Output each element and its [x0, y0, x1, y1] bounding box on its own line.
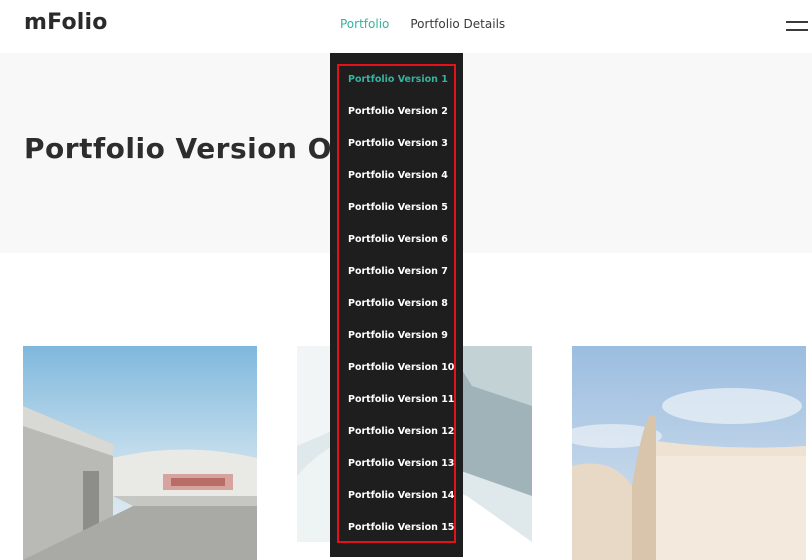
dropdown-item-portfolio-version-15[interactable]: Portfolio Version 15 — [348, 521, 454, 553]
portfolio-item-3[interactable] — [572, 346, 806, 560]
main-nav: Portfolio Portfolio Details — [340, 17, 505, 31]
portfolio-item-1[interactable] — [23, 346, 257, 560]
dropdown-item-portfolio-version-2[interactable]: Portfolio Version 2 — [348, 105, 453, 137]
site-header: mFolio Portfolio Portfolio Details — [0, 0, 812, 53]
dropdown-item-portfolio-version-7[interactable]: Portfolio Version 7 — [348, 265, 453, 297]
dropdown-item-portfolio-version-3[interactable]: Portfolio Version 3 — [348, 137, 453, 169]
dropdown-item-portfolio-version-12[interactable]: Portfolio Version 12 — [348, 425, 454, 457]
dropdown-item-portfolio-version-14[interactable]: Portfolio Version 14 — [348, 489, 454, 521]
dropdown-item-portfolio-version-11[interactable]: Portfolio Version 11 — [348, 393, 454, 425]
nav-portfolio-details[interactable]: Portfolio Details — [410, 17, 505, 31]
page-title: Portfolio Version One — [24, 132, 372, 165]
hamburger-menu-icon[interactable] — [786, 19, 808, 33]
dropdown-item-portfolio-version-1[interactable]: Portfolio Version 1 — [348, 73, 453, 105]
dropdown-item-portfolio-version-6[interactable]: Portfolio Version 6 — [348, 233, 453, 265]
dropdown-item-portfolio-version-5[interactable]: Portfolio Version 5 — [348, 201, 453, 233]
dropdown-item-portfolio-version-13[interactable]: Portfolio Version 13 — [348, 457, 454, 489]
architecture-image-3 — [572, 346, 806, 560]
architecture-image-1 — [23, 346, 257, 560]
dropdown-item-portfolio-version-4[interactable]: Portfolio Version 4 — [348, 169, 453, 201]
dropdown-item-portfolio-version-8[interactable]: Portfolio Version 8 — [348, 297, 453, 329]
site-logo[interactable]: mFolio — [24, 10, 108, 35]
nav-portfolio[interactable]: Portfolio — [340, 17, 389, 31]
dropdown-list: Portfolio Version 1 Portfolio Version 2 … — [348, 73, 454, 553]
dropdown-item-portfolio-version-10[interactable]: Portfolio Version 10 — [348, 361, 454, 393]
dropdown-item-portfolio-version-9[interactable]: Portfolio Version 9 — [348, 329, 453, 361]
